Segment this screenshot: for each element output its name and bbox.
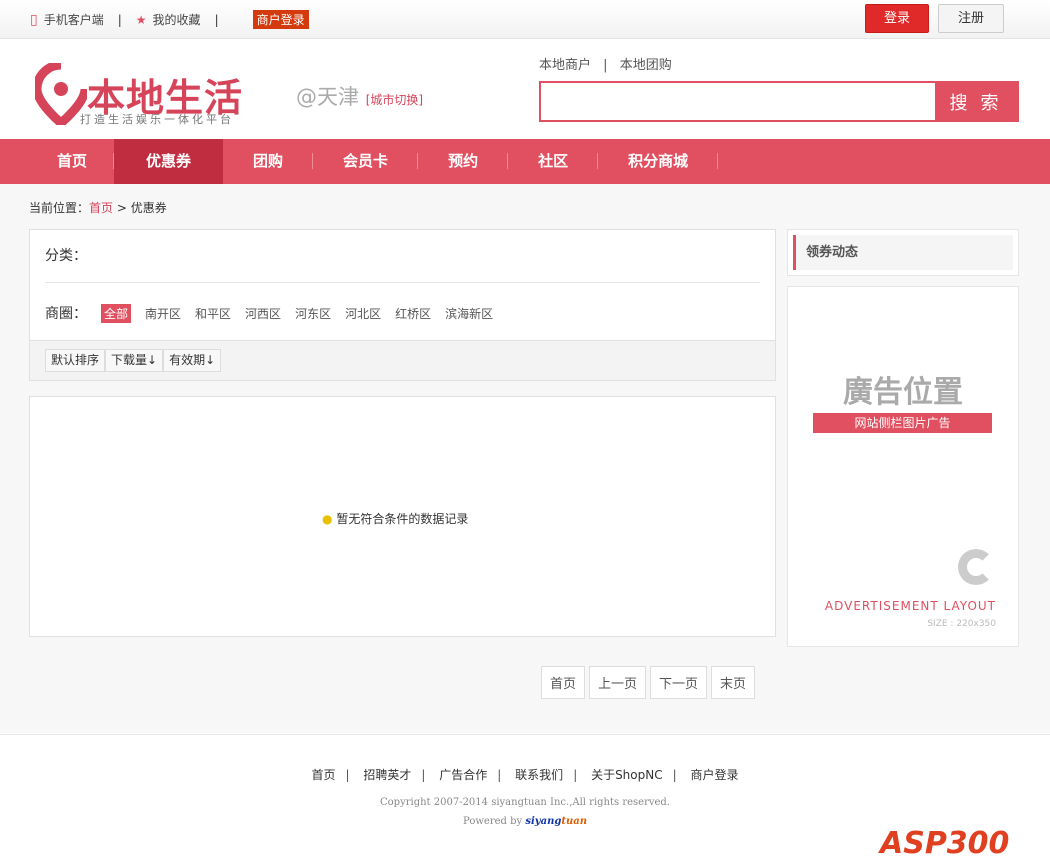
sort-expiry[interactable]: 有效期↓	[163, 349, 222, 372]
area-option[interactable]: 南开区	[145, 305, 181, 322]
area-option[interactable]: 和平区	[195, 305, 231, 322]
page-first[interactable]: 首页	[541, 666, 586, 699]
city-switch-link[interactable]: [城市切换]	[366, 93, 423, 107]
top-bar: ▯ 手机客户端 | ★ 我的收藏 | 商户登录 登录 注册	[0, 0, 1050, 39]
sort-bar: 默认排序 下载量↓ 有效期↓	[30, 340, 775, 380]
pagination: 首页 上一页 下一页 末页	[541, 666, 756, 699]
ad-layout-text: ADVERTISEMENT LAYOUT	[824, 599, 996, 613]
merchant-login-link[interactable]: 商户登录	[252, 10, 309, 29]
ad-caption: 网站侧栏图片广告	[813, 413, 992, 433]
nav-booking[interactable]: 预约	[418, 139, 509, 184]
watermark-logo: ASP300	[880, 826, 1010, 861]
footer-link[interactable]: 商户登录	[690, 768, 738, 782]
footer-link[interactable]: 广告合作	[439, 768, 487, 782]
local-merchants-link[interactable]: 本地商户	[539, 58, 591, 73]
results-panel: ● 暂无符合条件的数据记录	[29, 396, 776, 637]
logo-slogan: 打造生活娱乐一体化平台	[80, 113, 234, 126]
search-button[interactable]: 搜 索	[935, 83, 1017, 120]
breadcrumb-current: 优惠券	[130, 201, 167, 215]
star-icon: ★	[135, 12, 147, 27]
nav-groupbuy[interactable]: 团购	[223, 139, 314, 184]
area-all[interactable]: 全部	[101, 303, 132, 323]
page-next[interactable]: 下一页	[650, 666, 708, 699]
current-city: @天津	[296, 85, 359, 109]
main-content: 当前位置：首页 > 优惠券 分类： 商圈： 全部 南开区 和平区 河西区 河东区…	[0, 184, 1050, 733]
login-button[interactable]: 登录	[865, 4, 929, 33]
register-button[interactable]: 注册	[938, 4, 1004, 33]
area-label: 商圈：	[45, 306, 87, 322]
sort-downloads[interactable]: 下载量↓	[105, 349, 164, 372]
breadcrumb-label: 当前位置：	[29, 201, 90, 215]
copyright: Copyright 2007-2014 siyangtuan Inc.,All …	[380, 797, 670, 808]
nav-community[interactable]: 社区	[508, 139, 599, 184]
footer-link[interactable]: 联系我们	[515, 768, 563, 782]
brand-part1: siyang	[525, 816, 562, 827]
empty-message: 暂无符合条件的数据记录	[336, 512, 469, 526]
brand-part2: tuan	[561, 816, 587, 827]
phone-icon: ▯	[30, 11, 38, 28]
ad-size-text: SIZE : 220x350	[927, 619, 996, 629]
category-label: 分类：	[45, 230, 760, 283]
nav-coupons[interactable]: 优惠券	[114, 139, 224, 184]
coupon-activity-panel: 领券动态	[787, 229, 1019, 276]
search-box: 搜 索	[539, 81, 1019, 122]
mobile-client-link[interactable]: 手机客户端	[44, 11, 104, 28]
breadcrumb: 当前位置：首页 > 优惠券	[29, 199, 167, 216]
footer: 首页 | 招聘英才 | 广告合作 | 联系我们 | 关于ShopNC | 商户登录 Cop…	[0, 734, 1050, 865]
ad-logo-icon	[958, 549, 994, 585]
area-option[interactable]: 河西区	[245, 305, 281, 322]
favorites-link[interactable]: 我的收藏	[153, 11, 201, 28]
logo[interactable]: 本地生活 打造生活娱乐一体化平台	[35, 63, 243, 126]
footer-link[interactable]: 首页	[312, 768, 336, 782]
sort-default[interactable]: 默认排序	[45, 349, 106, 372]
area-option[interactable]: 河东区	[295, 305, 331, 322]
area-option[interactable]: 河北区	[345, 305, 381, 322]
search-input[interactable]	[541, 83, 935, 120]
coupon-activity-title: 领券动态	[793, 235, 1013, 270]
footer-link[interactable]: 招聘英才	[363, 768, 411, 782]
main-nav: 首页 优惠券 团购 会员卡 预约 社区 积分商城	[0, 139, 1050, 184]
divider: |	[117, 12, 122, 27]
sidebar-ad[interactable]: 廣告位置 网站侧栏图片广告 ADVERTISEMENT LAYOUT SIZE …	[787, 286, 1019, 647]
powered-brand-link[interactable]: siyangtuan	[525, 816, 587, 827]
lightbulb-icon: ●	[322, 512, 333, 526]
ad-heading: 廣告位置	[843, 375, 963, 410]
footer-link[interactable]: 关于ShopNC	[591, 768, 663, 782]
page-last[interactable]: 末页	[711, 666, 756, 699]
nav-home[interactable]: 首页	[30, 139, 115, 184]
page-prev[interactable]: 上一页	[589, 666, 647, 699]
breadcrumb-sep: >	[116, 201, 127, 215]
filter-panel: 分类： 商圈： 全部 南开区 和平区 河西区 河东区 河北区 红桥区 滨海新区 …	[29, 229, 776, 381]
divider: |	[603, 58, 608, 73]
breadcrumb-home[interactable]: 首页	[89, 201, 113, 215]
nav-points-mall[interactable]: 积分商城	[598, 139, 719, 184]
local-groupbuy-link[interactable]: 本地团购	[620, 58, 672, 73]
area-option[interactable]: 红桥区	[395, 305, 431, 322]
divider: |	[214, 12, 219, 27]
area-option[interactable]: 滨海新区	[445, 305, 493, 322]
powered-by: Powered by	[463, 816, 526, 827]
header: 本地生活 打造生活娱乐一体化平台 @天津 [城市切换] 本地商户 | 本地团购 …	[0, 39, 1050, 139]
nav-member-card[interactable]: 会员卡	[313, 139, 419, 184]
